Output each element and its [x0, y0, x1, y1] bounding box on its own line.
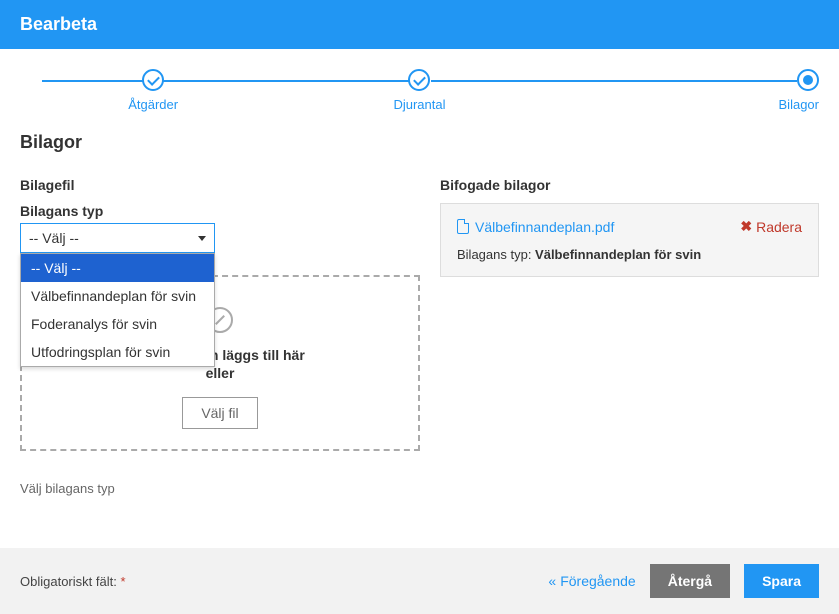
chevron-left-icon: «: [548, 573, 556, 589]
step-actions[interactable]: Åtgärder: [20, 69, 286, 112]
file-heading: Bilagefil: [20, 177, 420, 193]
previous-label: Föregående: [560, 573, 636, 589]
step-attachments[interactable]: Bilagor: [553, 69, 819, 112]
dropdown-option-none[interactable]: -- Välj --: [21, 254, 214, 282]
attachment-item: Välbefinnandeplan.pdf ✖ Radera Bilagans …: [440, 203, 819, 277]
delete-attachment-button[interactable]: ✖ Radera: [740, 218, 802, 235]
previous-link[interactable]: « Föregående: [548, 573, 635, 589]
attachment-type-dropdown: -- Välj -- Välbefinnandeplan för svin Fo…: [20, 253, 215, 367]
dropdown-option-feeding-plan[interactable]: Utfodringsplan för svin: [21, 338, 214, 366]
file-icon: [457, 219, 469, 234]
stepper: Åtgärder Djurantal Bilagor: [20, 69, 819, 112]
back-button[interactable]: Återgå: [650, 564, 730, 598]
stepper-line: [431, 80, 798, 82]
step-label: Åtgärder: [128, 97, 178, 112]
delete-label: Radera: [756, 219, 802, 235]
step-current-icon: [797, 69, 819, 91]
dropzone-text-2: eller: [32, 365, 408, 381]
content-area: Åtgärder Djurantal Bilagor Bilagor Bilag…: [0, 49, 839, 516]
footer-bar: Obligatoriskt fält: * « Föregående Återg…: [0, 548, 839, 614]
attachment-type-select[interactable]: -- Välj --: [20, 223, 215, 253]
step-label: Djurantal: [393, 97, 445, 112]
attachment-type-select-wrap: -- Välj -- -- Välj -- Välbefinnandeplan …: [20, 223, 215, 253]
type-label: Bilagans typ: [20, 203, 420, 219]
step-animal-count[interactable]: Djurantal: [286, 69, 552, 112]
select-type-hint: Välj bilagans typ: [20, 481, 420, 496]
step-check-icon: [408, 69, 430, 91]
step-check-icon: [142, 69, 164, 91]
dropdown-option-wellbeing[interactable]: Välbefinnandeplan för svin: [21, 282, 214, 310]
attached-heading: Bifogade bilagor: [440, 177, 819, 193]
attachment-type-prefix: Bilagans typ:: [457, 247, 535, 262]
attachment-row: Välbefinnandeplan.pdf ✖ Radera: [457, 218, 802, 235]
dropdown-option-feed-analysis[interactable]: Foderanalys för svin: [21, 310, 214, 338]
save-button[interactable]: Spara: [744, 564, 819, 598]
step-label: Bilagor: [779, 97, 819, 112]
choose-file-button[interactable]: Välj fil: [182, 397, 257, 429]
select-value: -- Välj --: [29, 230, 79, 246]
stepper-line: [42, 80, 409, 82]
page-header: Bearbeta: [0, 0, 839, 49]
columns: Bilagefil Bilagans typ -- Välj -- -- Väl…: [20, 177, 819, 496]
attachment-filename: Välbefinnandeplan.pdf: [475, 219, 614, 235]
mandatory-label: Obligatoriskt fält: *: [20, 574, 126, 589]
left-column: Bilagefil Bilagans typ -- Välj -- -- Väl…: [20, 177, 420, 496]
close-icon: ✖: [740, 218, 752, 235]
attachment-type-line: Bilagans typ: Välbefinnandeplan för svin: [457, 247, 802, 262]
attachment-file-link[interactable]: Välbefinnandeplan.pdf: [457, 219, 614, 235]
page-title: Bearbeta: [20, 14, 97, 34]
mandatory-text: Obligatoriskt fält:: [20, 574, 117, 589]
footer-actions: « Föregående Återgå Spara: [548, 564, 819, 598]
chevron-down-icon: [198, 236, 206, 241]
asterisk-icon: *: [120, 574, 125, 589]
right-column: Bifogade bilagor Välbefinnandeplan.pdf ✖…: [440, 177, 819, 496]
attachment-type-value: Välbefinnandeplan för svin: [535, 247, 701, 262]
section-title: Bilagor: [20, 132, 819, 153]
